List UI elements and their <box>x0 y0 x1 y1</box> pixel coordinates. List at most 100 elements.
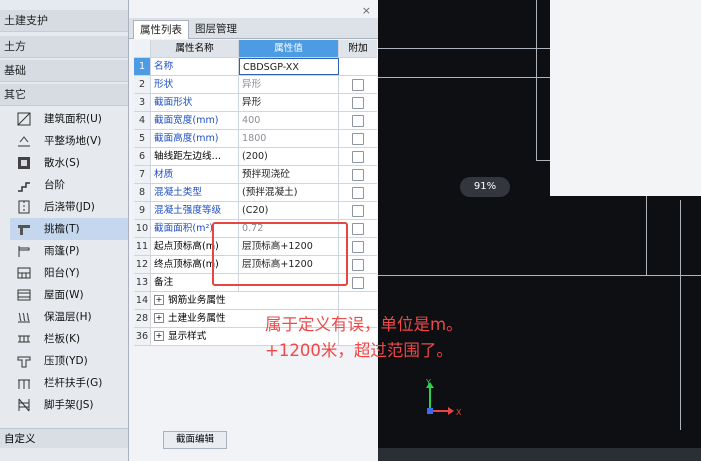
canopy-icon <box>18 246 30 257</box>
extra-cell <box>339 130 377 147</box>
nav-item-canopy[interactable]: 雨篷(P) <box>10 240 128 262</box>
extra-cell <box>339 76 377 93</box>
apron-icon <box>18 157 30 169</box>
extra-checkbox[interactable] <box>352 115 364 127</box>
group-name: + 钢筋业务属性 <box>151 292 339 309</box>
extra-checkbox[interactable] <box>352 79 364 91</box>
balcony-icon <box>17 267 31 279</box>
property-row[interactable]: 3 截面形状 异形 <box>134 94 377 112</box>
property-value[interactable]: 预拌现浇砼 <box>239 166 339 183</box>
nav-item-apron[interactable]: 散水(S) <box>10 152 128 174</box>
extra-cell <box>339 112 377 129</box>
cad-line <box>378 275 701 276</box>
annotation-text-line2: +1200米，超过范围了。 <box>265 341 453 360</box>
site-level-icon <box>18 136 30 147</box>
cad-line <box>680 200 681 430</box>
nav-category-other[interactable]: 其它 <box>0 84 128 106</box>
railing-icon <box>18 379 30 389</box>
row-number: 3 <box>134 94 151 111</box>
extra-checkbox[interactable] <box>352 259 364 271</box>
row-number: 4 <box>134 112 151 129</box>
nav-item-eave[interactable]: 挑檐(T) <box>10 218 128 240</box>
cad-line <box>536 160 550 161</box>
zoom-indicator: 91% <box>460 177 510 197</box>
property-value[interactable]: 400 <box>239 112 339 129</box>
property-row[interactable]: 2 形状 异形 <box>134 76 377 94</box>
property-name: 名称 <box>151 58 239 75</box>
property-value[interactable]: (C20) <box>239 202 339 219</box>
cad-line <box>378 48 550 49</box>
nav-category-foundation[interactable]: 基础 <box>0 60 128 82</box>
extra-cell <box>339 184 377 201</box>
cad-line <box>646 196 647 276</box>
grid-header: 属性名称 属性值 附加 <box>134 40 377 58</box>
property-row[interactable]: 1 名称 CBDSGP-XX <box>134 58 377 76</box>
nav-category-support[interactable]: 土建支护 <box>0 10 128 32</box>
nav-custom-footer[interactable]: 自定义 <box>0 428 128 448</box>
extra-checkbox[interactable] <box>352 277 364 289</box>
header-value: 属性值 <box>239 40 339 57</box>
property-value[interactable]: 1800 <box>239 130 339 147</box>
tab-layer-management[interactable]: 图层管理 <box>189 20 243 38</box>
extra-checkbox[interactable] <box>352 187 364 199</box>
nav-item-insulation[interactable]: 保温层(H) <box>10 306 128 328</box>
extra-cell <box>339 94 377 111</box>
extra-checkbox[interactable] <box>352 169 364 181</box>
row-number: 14 <box>134 292 151 309</box>
expand-icon[interactable]: + <box>154 331 164 341</box>
row-number: 10 <box>134 220 151 237</box>
property-row[interactable]: 6 轴线距左边线… (200) <box>134 148 377 166</box>
property-group-row[interactable]: 14 + 钢筋业务属性 <box>134 292 377 310</box>
axis-x-label: X <box>456 408 462 417</box>
extra-checkbox[interactable] <box>352 133 364 145</box>
nav-item-scaffold[interactable]: 脚手架(JS) <box>10 394 128 416</box>
area-icon <box>17 112 31 126</box>
annotation-text-line1: 属于定义有误，单位是m。 <box>265 315 463 334</box>
extra-cell <box>339 202 377 219</box>
property-value[interactable]: CBDSGP-XX <box>239 58 339 75</box>
row-number: 6 <box>134 148 151 165</box>
close-icon[interactable]: × <box>362 4 371 17</box>
header-extra: 附加 <box>348 43 368 54</box>
axis-y-label: Y <box>425 378 431 387</box>
extra-checkbox[interactable] <box>352 205 364 217</box>
property-row[interactable]: 7 材质 预拌现浇砼 <box>134 166 377 184</box>
cad-line <box>378 77 550 78</box>
extra-checkbox[interactable] <box>352 241 364 253</box>
property-row[interactable]: 9 混凝土强度等级 (C20) <box>134 202 377 220</box>
section-edit-button[interactable]: 截面编辑 <box>163 431 227 449</box>
group-label: 土建业务属性 <box>168 313 226 324</box>
property-row[interactable]: 5 截面高度(mm) 1800 <box>134 130 377 148</box>
row-number: 7 <box>134 166 151 183</box>
component-nav: 土建支护 土方 基础 其它 建筑面积(U) 平整场地(V) 散水(S) 台阶 后… <box>0 0 128 461</box>
property-name: 混凝土强度等级 <box>151 202 239 219</box>
property-row[interactable]: 4 截面宽度(mm) 400 <box>134 112 377 130</box>
row-number: 8 <box>134 184 151 201</box>
property-value[interactable]: 异形 <box>239 94 339 111</box>
row-number: 12 <box>134 256 151 273</box>
nav-item-parapet[interactable]: 栏板(K) <box>10 328 128 350</box>
group-label: 钢筋业务属性 <box>168 295 226 306</box>
property-value[interactable]: (预拌混凝土) <box>239 184 339 201</box>
header-num <box>134 40 151 57</box>
extra-checkbox[interactable] <box>352 97 364 109</box>
nav-item-site-level[interactable]: 平整场地(V) <box>10 130 128 152</box>
extra-checkbox[interactable] <box>352 151 364 163</box>
property-value[interactable]: 异形 <box>239 76 339 93</box>
expand-icon[interactable]: + <box>154 313 164 323</box>
nav-item-balcony[interactable]: 阳台(Y) <box>10 262 128 284</box>
nav-item-roof[interactable]: 屋面(W) <box>10 284 128 306</box>
row-number: 2 <box>134 76 151 93</box>
tab-property-list[interactable]: 属性列表 <box>133 20 189 39</box>
nav-category-earthwork[interactable]: 土方 <box>0 36 128 58</box>
panel-tabbar: 属性列表 图层管理 <box>129 18 379 39</box>
nav-item-area[interactable]: 建筑面积(U) <box>10 108 128 130</box>
expand-icon[interactable]: + <box>154 295 164 305</box>
nav-item-post-cast[interactable]: 后浇带(JD) <box>10 196 128 218</box>
property-value[interactable]: (200) <box>239 148 339 165</box>
nav-item-coping[interactable]: 压顶(YD) <box>10 350 128 372</box>
property-row[interactable]: 8 混凝土类型 (预拌混凝土) <box>134 184 377 202</box>
nav-item-steps[interactable]: 台阶 <box>10 174 128 196</box>
nav-item-railing[interactable]: 栏杆扶手(G) <box>10 372 128 394</box>
extra-checkbox[interactable] <box>352 223 364 235</box>
